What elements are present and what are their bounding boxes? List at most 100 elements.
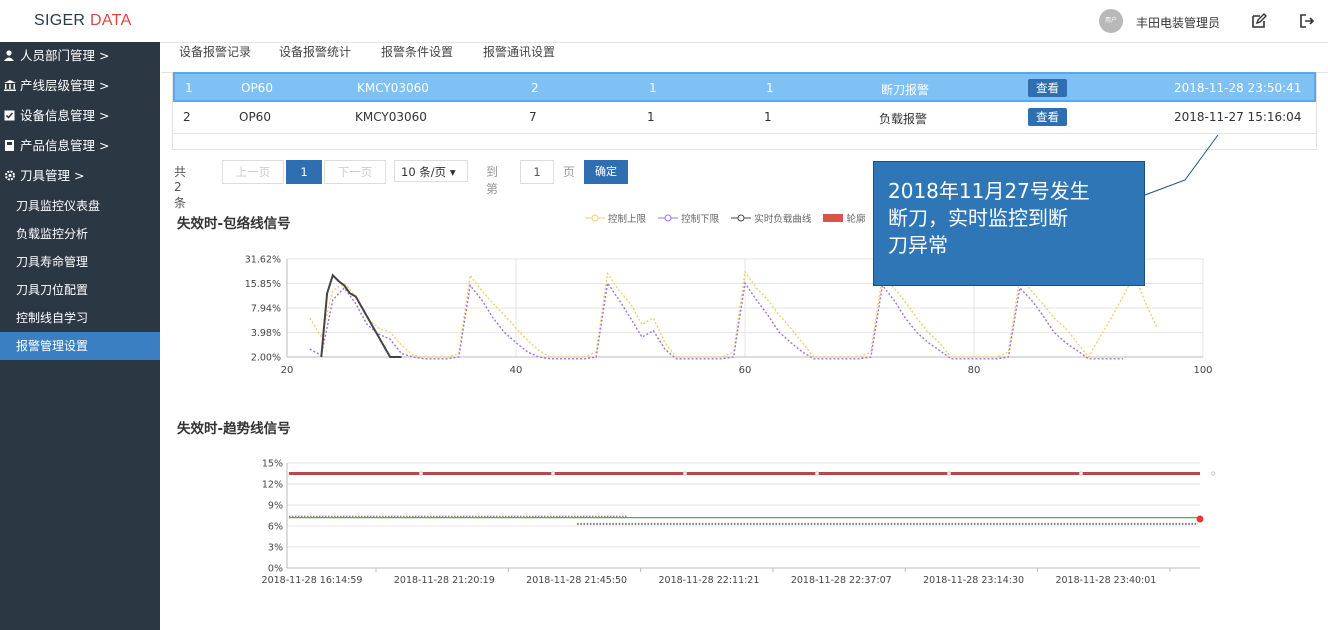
legend-swatch-upper — [585, 214, 605, 222]
sidebar-subitem-load-analysis[interactable]: 负载监控分析 — [0, 220, 160, 248]
sidebar-item-label: 产品信息管理 > — [20, 138, 110, 153]
contour-marker — [550, 471, 556, 476]
chart1-legend: 控制上限 控制下限 实时负载曲线 轮廓 — [585, 211, 865, 225]
table-row[interactable]: 1 OP60 KMCY03060 2 1 1 断刀报警 查看 2018-11-2… — [173, 72, 1316, 102]
sidebar-subitem-self-learning[interactable]: 控制线自学习 — [0, 304, 160, 332]
sidebar-subitem-tool-life[interactable]: 刀具寿命管理 — [0, 248, 160, 276]
cell-no: 1 — [185, 81, 193, 95]
page-size-select[interactable]: 10 条/页 ▾ — [394, 160, 468, 182]
table-row[interactable]: 2 OP60 KMCY03060 7 1 1 负载报警 查看 2018-11-2… — [173, 103, 1316, 134]
goto-confirm-button[interactable]: 确定 — [584, 160, 628, 184]
cell-code: KMCY03060 — [355, 110, 427, 124]
lower-limit-line — [309, 281, 1123, 360]
x-tick-label: 2018-11-28 21:20:19 — [394, 575, 495, 586]
y-tick-label: 15.85% — [245, 279, 281, 290]
sidebar-subitem-tool-slot[interactable]: 刀具刀位配置 — [0, 276, 160, 304]
sidebar-item-tool-management[interactable]: 刀具管理 > — [0, 162, 160, 192]
y-tick-label: 2.00% — [251, 353, 281, 364]
cell-time: 2018-11-28 23:50:41 — [1174, 81, 1302, 95]
x-tick-label: 40 — [510, 365, 523, 376]
tab-alarm-conditions[interactable]: 报警条件设置 — [381, 42, 453, 72]
user-icon — [4, 43, 16, 61]
contour-marker — [814, 471, 820, 476]
logo-text-siger: SIGER — [34, 12, 86, 29]
cell-no: 2 — [183, 110, 191, 124]
x-tick-label: 80 — [968, 365, 981, 376]
view-button[interactable]: 查看 — [1028, 108, 1067, 126]
alarm-table: 1 OP60 KMCY03060 2 1 1 断刀报警 查看 2018-11-2… — [172, 72, 1317, 150]
sidebar-item-line-hierarchy[interactable]: 产线层级管理 > — [0, 72, 160, 102]
contour-marker — [682, 471, 688, 476]
callout-text-1: 2018年11月27号发生 — [888, 179, 1090, 203]
tab-alarm-records[interactable]: 设备报警记录 — [177, 42, 254, 74]
user-avatar[interactable]: 用户 — [1099, 9, 1123, 33]
cell-value: 1 — [647, 110, 655, 124]
cell-alarm-type: 负载报警 — [879, 112, 928, 126]
realtime-load-line — [320, 273, 402, 358]
cell-count: 2 — [531, 81, 539, 95]
contour-marker — [418, 471, 424, 476]
legend-label-lower[interactable]: 控制下限 — [681, 214, 719, 225]
sidebar-item-label: 刀具管理 > — [20, 168, 85, 183]
view-button[interactable]: 查看 — [1028, 79, 1067, 97]
legend-swatch-lower — [658, 214, 679, 222]
y-tick-label: 7.94% — [251, 304, 281, 315]
cell-op: OP60 — [239, 110, 271, 124]
cell-code: KMCY03060 — [357, 81, 429, 95]
sidebar-subitem-tool-dashboard[interactable]: 刀具监控仪表盘 — [0, 192, 160, 220]
cell-value: 1 — [649, 81, 657, 95]
logo-text-data: DATA — [85, 12, 132, 29]
logout-icon[interactable] — [1299, 13, 1315, 29]
total-count: 共 2 条 — [174, 165, 187, 210]
user-name[interactable]: 丰田电装管理员 — [1136, 14, 1220, 31]
y-tick-label: 3.98% — [251, 328, 281, 339]
annotation-callout: 2018年11月27号发生 断刀，实时监控到断 刀异常 — [873, 161, 1145, 286]
y-tick-label: 31.62% — [245, 255, 281, 266]
prev-page-button[interactable]: 上一页 — [222, 160, 284, 184]
legend-label-upper[interactable]: 控制上限 — [608, 214, 646, 225]
app-logo[interactable]: SIGER DATA — [34, 12, 132, 30]
y-tick-label: 0% — [268, 564, 283, 575]
edit-icon[interactable] — [1251, 13, 1267, 29]
y-tick-label: 12% — [262, 480, 283, 491]
page-unit-label: 页 — [563, 165, 576, 179]
contour-marker — [946, 471, 952, 476]
legend-label-contour[interactable]: 轮廓 — [846, 214, 865, 225]
x-tick-label: 2018-11-28 23:14:30 — [923, 575, 1024, 586]
cell-alarm-type: 断刀报警 — [881, 83, 930, 97]
sidebar-item-label: 设备信息管理 > — [20, 108, 110, 123]
y-tick-label: 6% — [268, 522, 283, 533]
sidebar-item-people[interactable]: 人员部门管理 > — [0, 42, 160, 72]
sidebar: 人员部门管理 > 产线层级管理 > 设备信息管理 > 产品信息管理 > 刀具管理… — [0, 42, 160, 630]
bank-icon — [4, 73, 16, 91]
legend-swatch-realtime — [731, 214, 752, 222]
cell-count: 7 — [529, 110, 537, 124]
sidebar-item-label: 人员部门管理 > — [20, 48, 110, 63]
callout-text-2: 断刀，实时监控到断 — [888, 206, 1068, 230]
legend-label-realtime[interactable]: 实时负载曲线 — [754, 214, 811, 225]
x-tick-label: 2018-11-28 21:45:50 — [526, 575, 627, 586]
goto-page-input[interactable]: 1 — [520, 160, 554, 184]
next-page-button[interactable]: 下一页 — [324, 160, 386, 184]
chart2-title: 失效时-趋势线信号 — [177, 421, 291, 437]
y-tick-label: 9% — [268, 501, 283, 512]
x-tick-label: 20 — [281, 365, 294, 376]
sidebar-item-product-info[interactable]: 产品信息管理 > — [0, 132, 160, 162]
page-1-button[interactable]: 1 — [286, 160, 322, 184]
cell-op: OP60 — [241, 81, 273, 95]
sidebar-item-device-info[interactable]: 设备信息管理 > — [0, 102, 160, 132]
x-tick-label: 60 — [739, 365, 752, 376]
book-icon — [4, 133, 16, 151]
callout-text-3: 刀异常 — [888, 233, 948, 257]
x-tick-label: 2018-11-28 22:11:21 — [659, 575, 760, 586]
contour-marker — [1210, 471, 1216, 476]
tab-alarm-stats[interactable]: 设备报警统计 — [279, 42, 351, 72]
gear-icon — [4, 163, 16, 181]
last-point-marker — [1196, 515, 1204, 523]
tab-alarm-comm[interactable]: 报警通讯设置 — [483, 42, 555, 72]
trend-chart: 15% 12% 9% 6% 3% 0%2018-11-28 16:14:59 2018-11… — [262, 459, 1216, 586]
cell-value: 1 — [764, 110, 772, 124]
sidebar-subitem-alarm-settings[interactable]: 报警管理设置 — [0, 332, 160, 360]
goto-label: 到第 — [486, 165, 499, 196]
sidebar-item-label: 产线层级管理 > — [20, 78, 110, 93]
